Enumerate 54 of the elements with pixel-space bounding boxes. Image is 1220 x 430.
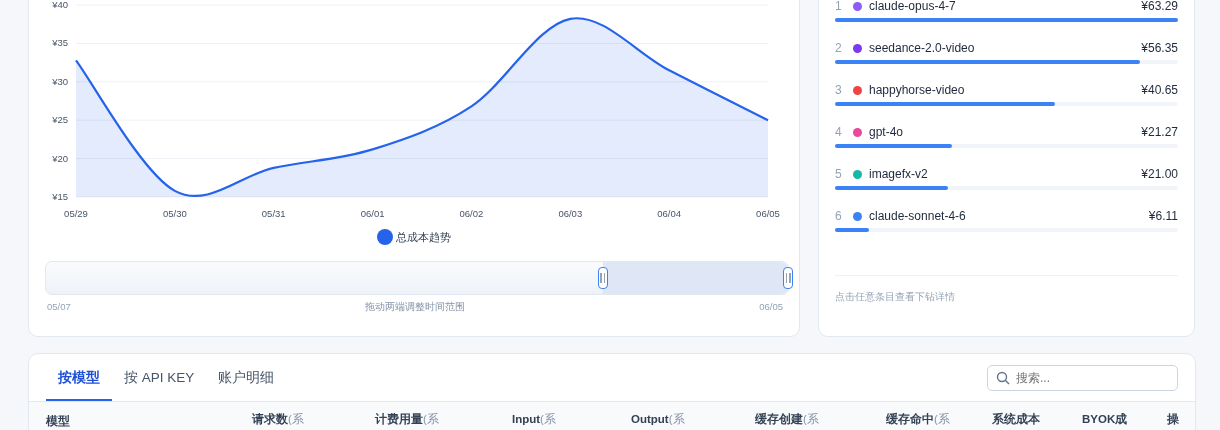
column-header: 请求数(系 [252,412,305,427]
column-header: BYOK成 [1082,412,1129,427]
legend-dot [377,229,393,245]
drilldown-hint: 点击任意条目查看下钻详情 [835,275,1178,304]
range-end-label: 06/05 [759,301,783,314]
y-axis-label: ¥25 [52,114,68,126]
column-header: 计费用量(系 [375,412,440,427]
tab[interactable]: 账户明细 [206,356,287,401]
y-axis-label: ¥30 [52,75,68,87]
range-start-label: 05/07 [47,301,71,314]
rank-number: 1 [835,0,843,13]
x-axis-label: 05/30 [162,208,187,219]
search-field[interactable]: 搜索... [987,364,1178,391]
model-name[interactable]: seedance-2.0-video [869,41,1142,55]
rank-number: 3 [835,83,843,97]
y-axis-label: ¥20 [52,152,68,164]
rank-number: 2 [835,41,843,55]
slider-handle[interactable] [783,267,793,289]
model-name[interactable]: gpt-4o [869,125,1142,139]
y-axis-label: ¥15 [52,191,68,202]
range-hint: 拖动两端调整时间范围 [365,301,465,314]
column-header: 模型 [46,414,71,429]
x-axis-label: 05/31 [261,208,286,219]
x-axis-label: 05/29 [64,208,88,219]
column-header: 缓存创建(系 [755,412,820,427]
cost-amount: ¥21.27 [1141,125,1178,139]
rank-number: 6 [835,209,843,223]
rank-number: 5 [835,167,843,181]
x-axis-label: 06/02 [459,208,484,219]
x-axis-label: 06/05 [756,208,780,219]
column-header: 操 [1167,412,1180,427]
column-header: 系统成本 [992,412,1041,427]
y-axis-label: ¥40 [52,1,68,10]
cost-amount: ¥56.35 [1141,41,1178,55]
model-name[interactable]: claude-opus-4-7 [869,0,1142,13]
search-icon [996,370,1010,385]
column-header: Input(系 [512,412,557,427]
cost-amount: ¥21.00 [1141,167,1178,181]
model-name[interactable]: claude-sonnet-4-6 [869,209,1149,223]
rank-number: 4 [835,125,843,139]
y-axis-label: ¥35 [52,37,68,49]
model-name[interactable]: imagefx-v2 [869,167,1142,181]
cost-amount: ¥40.65 [1141,83,1178,97]
column-header: Output(系 [631,412,686,427]
slider-handle[interactable] [597,267,608,289]
legend-label[interactable]: 总成本趋势 [396,229,451,245]
cost-amount: ¥63.29 [1141,0,1178,13]
x-axis-label: 06/01 [360,208,385,219]
model-name[interactable]: happyhorse-video [869,83,1142,97]
x-axis-label: 06/03 [558,208,583,219]
x-axis-label: 06/04 [657,208,682,219]
column-header: 缓存命中(系 [886,412,951,427]
cost-amount: ¥6.11 [1148,209,1178,223]
tab[interactable]: 按 API KEY [112,356,207,401]
